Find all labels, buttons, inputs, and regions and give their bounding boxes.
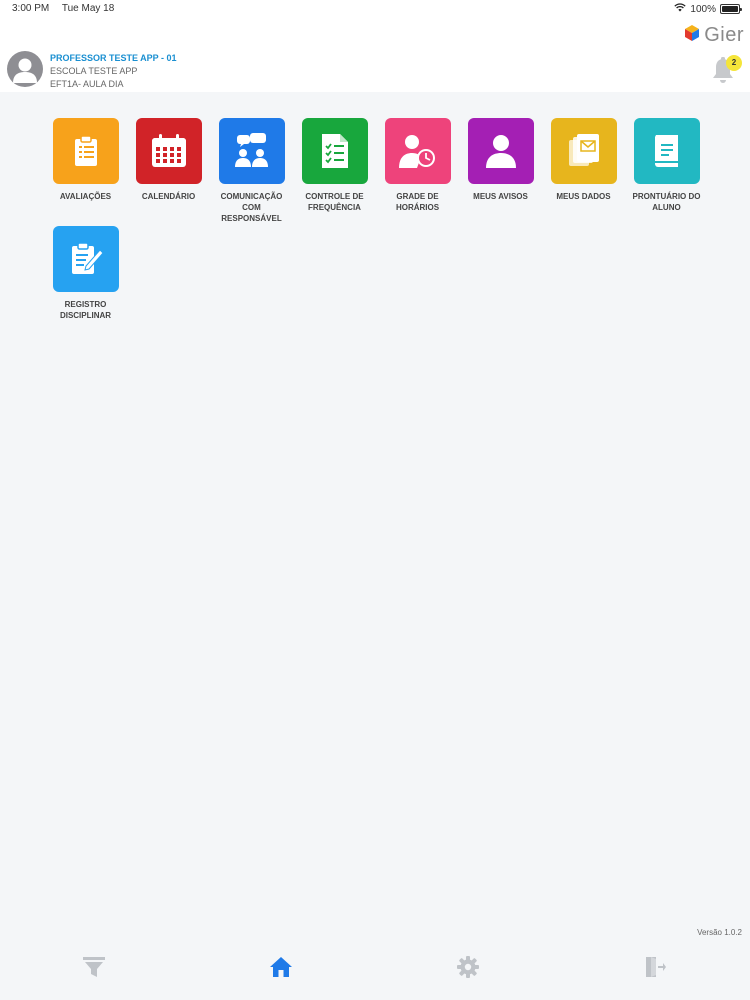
tile-label: PRONTUÁRIO DO ALUNO (632, 192, 701, 212)
clipboard-list-icon (74, 135, 97, 166)
menu-grid: AVALIAÇÕES CALENDÁRIO COMUNICAÇÃO COM RES… (44, 118, 724, 334)
tab-filter[interactable] (81, 954, 107, 980)
person-icon (485, 135, 516, 168)
documents-icon (568, 134, 599, 166)
tile-label: CALENDÁRIO (141, 192, 196, 201)
battery-icon (720, 4, 742, 14)
gear-icon (457, 956, 479, 978)
clipboard-pen-icon (71, 242, 104, 274)
menu-item-comunicacao[interactable]: COMUNICAÇÃO COM RESPONSÁVEL (210, 118, 293, 226)
status-date: Tue May 18 (61, 3, 115, 14)
menu-item-meus-dados[interactable]: MEUS DADOS (542, 118, 625, 226)
checklist-icon (321, 134, 348, 168)
status-right: 100% (674, 3, 742, 15)
menu-item-avaliacoes[interactable]: AVALIAÇÕES (44, 118, 127, 226)
logout-door-icon (646, 957, 666, 977)
header: Gier PROFESSOR TESTE APP - 01 ESCOLA TES… (0, 18, 750, 92)
tile-icon-controle-frequencia (301, 118, 368, 184)
tile-icon-prontuario-aluno (633, 118, 700, 184)
status-time: 3:00 PM (12, 3, 50, 14)
status-bar: 3:00 PM Tue May 18 100% (0, 0, 750, 18)
tab-logout[interactable] (642, 954, 668, 980)
logo-text: Gier (704, 24, 744, 46)
filter-icon (83, 957, 105, 977)
tile-icon-meus-dados (550, 118, 617, 184)
menu-item-calendario[interactable]: CALENDÁRIO (127, 118, 210, 226)
tile-icon-registro-disciplinar (52, 226, 119, 292)
menu-item-prontuario-aluno[interactable]: PRONTUÁRIO DO ALUNO (625, 118, 708, 226)
calendar-icon (151, 134, 186, 167)
class-name: EFT1A- AULA DIA (50, 79, 124, 89)
avatar[interactable] (7, 51, 43, 87)
tile-icon-grade-horarios (384, 118, 451, 184)
user-name: PROFESSOR TESTE APP - 01 (50, 53, 177, 63)
menu-item-meus-avisos[interactable]: MEUS AVISOS (459, 118, 542, 226)
tile-label: REGISTRO DISCIPLINAR (59, 300, 112, 320)
wifi-icon (674, 3, 687, 15)
user-info: PROFESSOR TESTE APP - 01 ESCOLA TESTE AP… (50, 52, 177, 91)
tile-label: GRADE DE HORÁRIOS (395, 192, 440, 212)
cube-logo-icon (683, 24, 701, 47)
battery-percent: 100% (690, 3, 716, 15)
menu-item-registro-disciplinar[interactable]: REGISTRO DISCIPLINAR (44, 226, 127, 334)
tile-label: MEUS AVISOS (473, 192, 528, 201)
chat-people-icon (234, 133, 268, 167)
tab-settings[interactable] (455, 954, 481, 980)
tile-label: COMUNICAÇÃO COM RESPONSÁVEL (220, 192, 283, 223)
school-name: ESCOLA TESTE APP (50, 66, 138, 76)
tile-label: MEUS DADOS (556, 192, 611, 201)
person-clock-icon (398, 135, 435, 168)
menu-item-controle-frequencia[interactable]: CONTROLE DE FREQUÊNCIA (293, 118, 376, 226)
book-icon (654, 135, 678, 167)
app-version: Versão 1.0.2 (697, 928, 742, 937)
tile-icon-avaliacoes (52, 118, 119, 184)
tile-label: AVALIAÇÕES (59, 192, 112, 201)
tile-label: CONTROLE DE FREQUÊNCIA (305, 192, 364, 212)
tab-bar (0, 940, 750, 1000)
app-logo: Gier (683, 24, 744, 47)
home-icon (270, 957, 292, 977)
tile-icon-meus-avisos (467, 118, 534, 184)
tile-icon-calendario (135, 118, 202, 184)
user-silhouette-icon (13, 58, 37, 83)
status-left: 3:00 PM Tue May 18 (12, 3, 124, 14)
tab-home[interactable] (268, 954, 294, 980)
menu-item-grade-horarios[interactable]: GRADE DE HORÁRIOS (376, 118, 459, 226)
notification-badge: 2 (726, 55, 742, 71)
tile-icon-comunicacao (218, 118, 285, 184)
battery-fill (722, 6, 738, 12)
